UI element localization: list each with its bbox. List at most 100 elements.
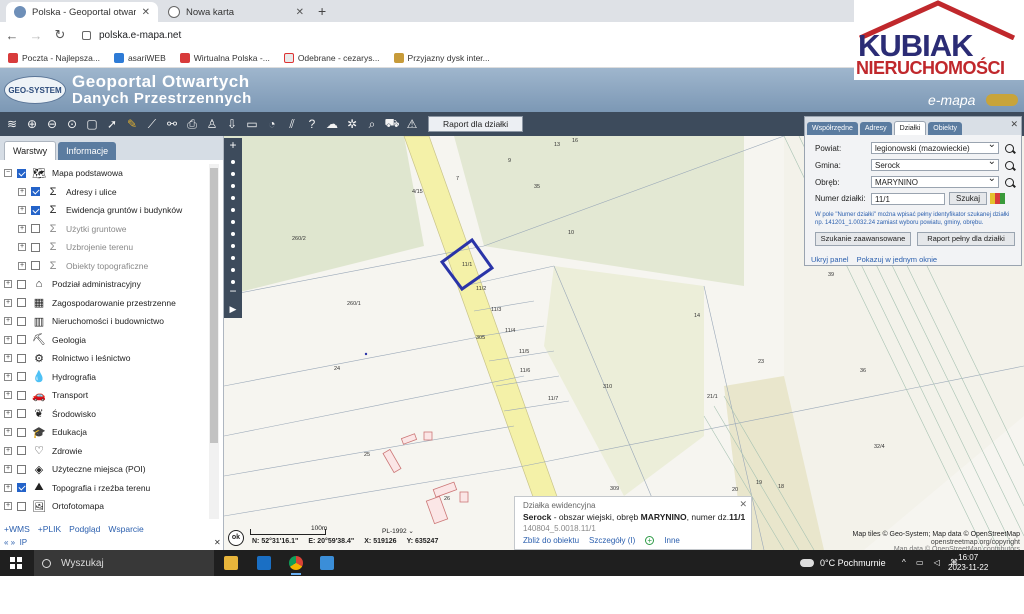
hatch-icon[interactable]: ⫽ <box>282 114 302 134</box>
search-icon[interactable] <box>1005 177 1014 187</box>
zoom-level-dot[interactable] <box>231 220 235 224</box>
layer-row[interactable]: − 🗺 Mapa podstawowa <box>4 164 123 182</box>
settings-icon[interactable]: ✲ <box>342 114 362 134</box>
cart-icon[interactable]: ⛟ <box>382 114 402 134</box>
expand-icon[interactable]: + <box>4 372 12 381</box>
bookmark-gmail[interactable]: Odebrane - cezarys... <box>283 52 380 63</box>
layer-row[interactable]: + 💧 Hydrografia <box>4 368 96 386</box>
advanced-search-button[interactable]: Szukanie zaawansowane <box>815 232 911 246</box>
close-icon[interactable]: ✕ <box>739 499 747 510</box>
expand-icon[interactable]: − <box>4 169 12 177</box>
arrows-icon[interactable]: « » <box>4 538 15 547</box>
full-report-button[interactable]: Raport pełny dla działki <box>917 232 1015 246</box>
photos-icon[interactable] <box>316 553 338 573</box>
zoom-level-dot[interactable] <box>231 196 235 200</box>
layer-row[interactable]: + Σ Użytki gruntowe <box>18 220 126 238</box>
back-icon[interactable]: ← <box>0 28 24 43</box>
expand-icon[interactable]: + <box>4 483 12 492</box>
bookmark-dysk[interactable]: Przyjazny dysk inter... <box>393 52 490 63</box>
zoom-box-icon[interactable]: ▢ <box>82 114 102 134</box>
close-tab-icon[interactable]: ✕ <box>296 7 304 18</box>
expand-icon[interactable]: + <box>4 446 12 455</box>
zoom-level-dot[interactable] <box>231 256 235 260</box>
numer-dzialki-input[interactable]: 11/1 <box>871 192 945 205</box>
outlook-icon[interactable] <box>253 553 275 573</box>
geo-system-logo[interactable]: GEO-SYSTEM <box>4 76 66 104</box>
layer-row[interactable]: + ⛏ Geologia <box>4 331 86 349</box>
zoom-level-dot[interactable] <box>231 208 235 212</box>
layer-row[interactable]: + ▦ Zagospodarowanie przestrzenne <box>4 294 176 312</box>
layer-checkbox[interactable] <box>17 390 26 400</box>
warning-icon[interactable]: ⚠ <box>402 114 422 134</box>
layer-row[interactable]: + ⚙ Rolnictwo i leśnictwo <box>4 349 130 367</box>
zoom-minus-icon[interactable]: − <box>224 284 242 298</box>
layer-checkbox[interactable] <box>17 372 26 381</box>
one-window-link[interactable]: Pokazuj w jednym oknie <box>857 255 937 264</box>
szukaj-button[interactable]: Szukaj <box>949 192 988 205</box>
layer-row[interactable]: + ❦ Środowisko <box>4 405 96 423</box>
zoom-out-icon[interactable]: ⊖ <box>42 114 62 134</box>
windows-start-icon[interactable] <box>10 557 22 569</box>
zoom-level-dot[interactable] <box>231 172 235 176</box>
zoom-level-dot[interactable] <box>231 244 235 248</box>
expand-icon[interactable]: + <box>18 187 26 196</box>
print-icon[interactable]: ⎙ <box>182 114 202 134</box>
layer-checkbox[interactable] <box>17 279 26 289</box>
browser-tab-new[interactable]: Nowa karta ✕ <box>160 2 312 22</box>
expand-icon[interactable]: + <box>4 298 12 307</box>
expand-icon[interactable]: + <box>4 335 12 344</box>
layer-row[interactable]: + ▥ Nieruchomości i budownictwo <box>4 312 164 330</box>
tab-obiekty[interactable]: Obiekty <box>928 122 963 135</box>
comment-icon[interactable]: ◔ <box>262 114 282 134</box>
bookmark-wp[interactable]: Wirtualna Polska -... <box>179 52 270 63</box>
layer-checkbox[interactable] <box>17 353 26 363</box>
layer-checkbox[interactable] <box>17 298 26 307</box>
tab-wspolrzedne[interactable]: Współrzędne <box>807 122 858 135</box>
crs-select[interactable]: PL-1992 ⌄ <box>382 527 414 535</box>
layer-row[interactable]: + ♡ Zdrowie <box>4 442 82 460</box>
layer-row[interactable]: + 🎓 Edukacja <box>4 423 87 441</box>
layer-checkbox[interactable] <box>31 261 40 270</box>
link-wsparcie[interactable]: Wsparcie <box>108 524 143 534</box>
hide-panel-link[interactable]: Ukryj panel <box>811 255 849 264</box>
layer-checkbox[interactable] <box>31 242 40 252</box>
file-explorer-icon[interactable] <box>220 553 242 573</box>
layer-checkbox[interactable] <box>17 483 26 492</box>
measure-icon[interactable]: ⟋ <box>142 114 162 134</box>
expand-icon[interactable]: + <box>18 261 26 270</box>
new-tab-icon[interactable]: + <box>318 3 326 19</box>
expand-icon[interactable]: + <box>4 409 12 418</box>
close-icon[interactable]: ✕ <box>1010 119 1018 130</box>
expand-icon[interactable]: + <box>18 224 26 233</box>
layer-row[interactable]: + ◈ Użyteczne miejsca (POI) <box>4 460 146 478</box>
export-icon[interactable]: ⇩ <box>222 114 242 134</box>
layers-scrollbar[interactable] <box>209 164 219 519</box>
person-icon[interactable]: ♙ <box>202 114 222 134</box>
link-wms[interactable]: +WMS <box>4 524 30 534</box>
weather-widget[interactable]: 0°C Pochmurnie <box>800 558 886 568</box>
bookmark-asari[interactable]: asariWEB <box>113 52 166 63</box>
zoom-level-dot[interactable] <box>231 268 235 272</box>
tab-informacje[interactable]: Informacje <box>58 142 117 160</box>
layer-row[interactable]: + Σ Ewidencja gruntów i budynków <box>18 201 182 219</box>
expand-icon[interactable]: + <box>18 206 26 214</box>
link-icon[interactable]: ⚯ <box>162 114 182 134</box>
zoom-in-icon[interactable]: ⊕ <box>22 114 42 134</box>
powiat-select[interactable]: legionowski (mazowieckie) <box>871 139 999 154</box>
zoom-plus-icon[interactable]: + <box>224 138 242 152</box>
search-icon[interactable] <box>1005 143 1014 153</box>
zoom-extent-icon[interactable]: ⊙ <box>62 114 82 134</box>
layer-checkbox[interactable] <box>17 335 26 344</box>
expand-icon[interactable]: + <box>4 391 12 399</box>
layers-icon[interactable]: ≋ <box>2 114 22 134</box>
attribution-link[interactable]: openstreetmap.org/copyright <box>931 539 1020 546</box>
bookmark-poczta[interactable]: Poczta - Najlepsza... <box>8 52 100 63</box>
tab-adresy[interactable]: Adresy <box>859 122 892 135</box>
layer-row[interactable]: + ⌂ Podział administracyjny <box>4 275 141 293</box>
taskbar-search[interactable]: Wyszukaj <box>34 550 214 576</box>
layer-checkbox[interactable] <box>17 501 26 511</box>
raport-dla-dzialki-button[interactable]: Raport dla działki <box>428 116 524 132</box>
upload-icon[interactable]: ☁ <box>322 114 342 134</box>
browser-tab-geoportal[interactable]: Polska - Geoportal otwartych da ✕ <box>6 2 158 22</box>
address-bar[interactable]: polska.e-mapa.net <box>82 30 181 41</box>
